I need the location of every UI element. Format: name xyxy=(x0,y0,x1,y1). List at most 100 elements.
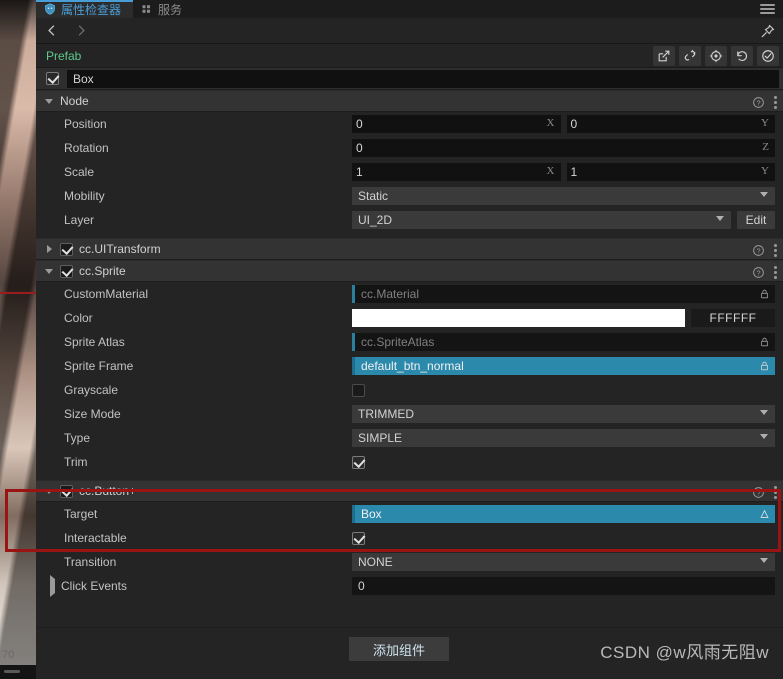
revert-prefab-button[interactable] xyxy=(731,46,753,66)
unlink-prefab-button[interactable] xyxy=(679,46,701,66)
click-events-count-input[interactable]: 0 xyxy=(352,577,775,595)
chevron-right-icon[interactable] xyxy=(44,245,54,253)
type-select[interactable]: SIMPLE xyxy=(352,429,775,447)
background-red-line xyxy=(0,292,36,294)
property-label: Target xyxy=(64,507,98,521)
mobility-select[interactable]: Static xyxy=(352,187,775,205)
property-label: Grayscale xyxy=(64,383,119,397)
tab-property-inspector[interactable]: 属性检查器 xyxy=(36,0,134,18)
chevron-right-icon[interactable] xyxy=(50,575,55,597)
section-title: cc.Button+ xyxy=(79,484,137,498)
target-node-field[interactable]: Box xyxy=(352,505,775,523)
scale-x-input[interactable]: 1 X xyxy=(352,163,561,181)
section-header-sprite[interactable]: cc.Sprite ? xyxy=(36,260,783,282)
add-component-button[interactable]: 添加组件 xyxy=(349,637,449,661)
more-options-icon[interactable] xyxy=(773,243,777,257)
value: Box xyxy=(361,507,382,521)
property-fields: 0 xyxy=(352,577,783,595)
value: 1 xyxy=(570,165,578,179)
locate-prefab-button[interactable] xyxy=(705,46,727,66)
svg-text:?: ? xyxy=(756,268,760,277)
interactable-checkbox[interactable] xyxy=(352,531,365,545)
prefab-bar: Prefab xyxy=(36,44,783,68)
watermark-text: CSDN @w风雨无阻w xyxy=(600,643,769,662)
forward-button[interactable] xyxy=(66,18,96,44)
property-row-grayscale: Grayscale xyxy=(36,378,783,402)
back-button[interactable] xyxy=(36,18,66,44)
custom-material-asset-field[interactable]: cc.Material xyxy=(352,285,775,303)
help-icon[interactable]: ? xyxy=(752,244,765,257)
scale-y-input[interactable]: 1 Y xyxy=(566,163,775,181)
edit-prefab-button[interactable] xyxy=(653,46,675,66)
rotation-z-input[interactable]: 0 Z xyxy=(352,139,775,157)
property-fields xyxy=(352,383,783,397)
property-label: Type xyxy=(64,431,91,445)
more-options-icon[interactable] xyxy=(773,95,777,109)
section-header-uitransform[interactable]: cc.UITransform ? xyxy=(36,238,783,260)
section-title: cc.Sprite xyxy=(79,264,126,278)
footer-bar: 添加组件 CSDN @w风雨无阻w xyxy=(36,627,783,679)
tab-services[interactable]: 服务 xyxy=(133,0,194,18)
property-row-position: Position 0 X 0 Y xyxy=(36,112,783,136)
tab-label: 服务 xyxy=(158,2,183,17)
property-label: Size Mode xyxy=(64,407,121,421)
property-label: Trim xyxy=(64,455,88,469)
property-fields: Static xyxy=(352,187,783,205)
sprite-atlas-asset-field[interactable]: cc.SpriteAtlas xyxy=(352,333,775,351)
section-actions: ? xyxy=(752,261,777,283)
property-label: Interactable xyxy=(64,531,127,545)
property-fields: cc.SpriteAtlas xyxy=(352,333,783,351)
button-enabled-checkbox[interactable] xyxy=(60,484,73,498)
section-title: cc.UITransform xyxy=(79,242,161,256)
interactable-cell xyxy=(352,531,775,545)
node-name-input[interactable] xyxy=(67,69,779,88)
lock-icon[interactable] xyxy=(759,360,770,372)
pin-button[interactable] xyxy=(757,21,777,41)
axis-label-x: X xyxy=(546,117,555,129)
tab-label: 属性检查器 xyxy=(61,2,122,17)
layer-select[interactable]: UI_2D xyxy=(352,211,731,229)
axis-label-y: Y xyxy=(761,117,769,129)
chevron-down-icon[interactable] xyxy=(44,488,54,494)
uitransform-enabled-checkbox[interactable] xyxy=(60,242,73,256)
lock-icon[interactable] xyxy=(759,288,770,300)
trim-checkbox[interactable] xyxy=(352,455,365,469)
color-swatch[interactable] xyxy=(352,309,685,327)
section-actions: ? xyxy=(752,239,777,261)
size-mode-select[interactable]: TRIMMED xyxy=(352,405,775,423)
grayscale-checkbox[interactable] xyxy=(352,383,365,397)
node-picker-icon[interactable] xyxy=(759,508,770,520)
property-row-custom-material: CustomMaterial cc.Material xyxy=(36,282,783,306)
property-fields xyxy=(352,531,783,545)
position-y-input[interactable]: 0 Y xyxy=(566,115,775,133)
layer-edit-button[interactable]: Edit xyxy=(737,211,775,229)
save-prefab-button[interactable] xyxy=(757,46,779,66)
property-label: Rotation xyxy=(64,141,109,155)
more-options-icon[interactable] xyxy=(773,265,777,279)
prefab-tool-group xyxy=(653,46,779,66)
position-x-input[interactable]: 0 X xyxy=(352,115,561,133)
background-photo-page-number: 70 xyxy=(2,649,15,661)
node-enabled-checkbox[interactable] xyxy=(46,72,59,85)
value: 0 xyxy=(356,117,363,131)
value: cc.SpriteAtlas xyxy=(361,335,435,349)
property-row-size-mode: Size Mode TRIMMED xyxy=(36,402,783,426)
color-hex-input[interactable]: FFFFFF xyxy=(691,309,775,327)
help-icon[interactable]: ? xyxy=(752,266,765,279)
edit-prefab-icon xyxy=(658,50,670,62)
property-fields: TRIMMED xyxy=(352,405,783,423)
help-icon[interactable]: ? xyxy=(752,486,765,499)
chevron-down-icon[interactable] xyxy=(44,98,54,104)
transition-select[interactable]: NONE xyxy=(352,553,775,571)
section-header-button[interactable]: cc.Button+ ? xyxy=(36,480,783,502)
more-options-icon[interactable] xyxy=(773,485,777,499)
sprite-frame-asset-field[interactable]: default_btn_normal xyxy=(352,357,775,375)
chevron-down-icon[interactable] xyxy=(44,268,54,274)
lock-icon[interactable] xyxy=(759,336,770,348)
section-header-node[interactable]: Node ? xyxy=(36,90,783,112)
locate-prefab-icon xyxy=(709,49,723,63)
panel-menu-icon[interactable] xyxy=(760,4,775,15)
sprite-enabled-checkbox[interactable] xyxy=(60,264,73,278)
help-icon[interactable]: ? xyxy=(752,96,765,109)
navigation-bar xyxy=(36,18,783,44)
